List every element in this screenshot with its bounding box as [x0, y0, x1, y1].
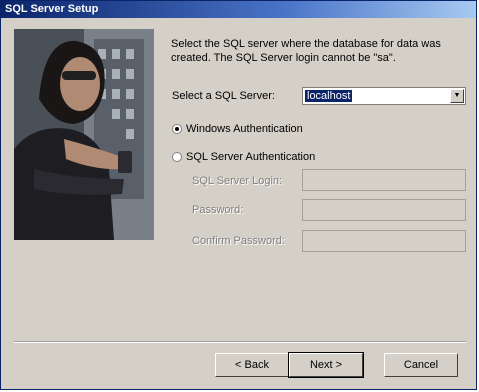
- instruction-text: Select the SQL server where the database…: [171, 38, 441, 64]
- server-label: Select a SQL Server:: [172, 90, 275, 102]
- server-select[interactable]: localhost ▼: [302, 87, 466, 105]
- radio-selected-dot: [175, 127, 179, 131]
- side-photo: [14, 29, 154, 240]
- password-label: Password:: [192, 204, 244, 216]
- windows-auth-radio[interactable]: [172, 124, 182, 134]
- next-button[interactable]: Next >: [288, 352, 364, 378]
- windows-auth-label[interactable]: Windows Authentication: [186, 123, 303, 135]
- title-bar[interactable]: SQL Server Setup: [1, 1, 476, 18]
- confirm-password-label: Confirm Password:: [192, 235, 285, 247]
- login-field[interactable]: [302, 169, 466, 191]
- sql-auth-label[interactable]: SQL Server Authentication: [186, 151, 315, 163]
- cancel-button[interactable]: Cancel: [384, 353, 458, 377]
- back-button[interactable]: < Back: [215, 353, 289, 377]
- sql-auth-radio[interactable]: [172, 152, 182, 162]
- divider: [14, 341, 466, 343]
- chevron-down-icon[interactable]: ▼: [450, 89, 464, 103]
- setup-dialog: SQL Server Setup Select the SQL server w…: [0, 0, 477, 390]
- confirm-password-field[interactable]: [302, 230, 466, 252]
- login-label: SQL Server Login:: [192, 175, 283, 187]
- password-field[interactable]: [302, 199, 466, 221]
- window-title: SQL Server Setup: [5, 3, 99, 15]
- server-select-value: localhost: [305, 90, 353, 102]
